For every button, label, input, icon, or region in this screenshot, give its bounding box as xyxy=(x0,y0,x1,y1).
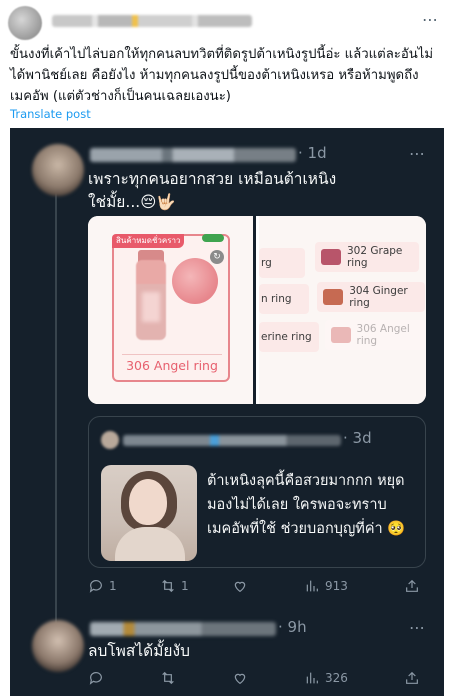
shade-chip: n ring xyxy=(259,284,309,314)
color-swatch xyxy=(172,258,218,304)
views-button[interactable]: 913 xyxy=(304,578,348,594)
out-of-stock-banner: สินค้าหมดชั่วคราว xyxy=(112,234,184,248)
reply-button[interactable] xyxy=(88,670,109,686)
like-button[interactable] xyxy=(232,670,248,686)
views-icon xyxy=(306,580,318,592)
media-grid[interactable]: สินค้าหมดชั่วคราว ↻ 306 Angel ring rg 30… xyxy=(88,216,426,404)
reply-icon xyxy=(89,672,102,685)
shade-label: 304 Ginger ring xyxy=(349,285,408,309)
like-button[interactable] xyxy=(232,578,248,594)
share-icon xyxy=(406,579,418,592)
shade-chip: 304 Ginger ring xyxy=(317,282,425,312)
heart-icon xyxy=(234,581,246,593)
share-icon xyxy=(406,671,418,684)
thread-line xyxy=(55,190,57,660)
repost-button[interactable] xyxy=(160,670,181,686)
share-button[interactable] xyxy=(404,670,420,686)
share-button[interactable] xyxy=(404,578,420,594)
views-button[interactable]: 326 xyxy=(304,670,348,686)
shade-chip: 306 Angel ring xyxy=(325,320,425,350)
reply-avatar[interactable] xyxy=(32,620,84,672)
photo-face xyxy=(129,479,167,525)
embedded-screenshot: · 1d ⋯ เพราะทุกคนอยากสวย เหมือนต้าเหนิง … xyxy=(10,128,444,696)
repost-button[interactable]: 1 xyxy=(160,578,189,594)
view-count: 326 xyxy=(325,671,348,685)
shade-chip: rg xyxy=(259,248,305,278)
shade-swatch xyxy=(321,249,341,265)
outer-post-header: ⋯ xyxy=(8,6,445,40)
action-bar: 326 xyxy=(88,668,428,688)
reply-count: 1 xyxy=(109,579,117,593)
product-card: สินค้าหมดชั่วคราว ↻ 306 Angel ring xyxy=(112,234,230,382)
more-options-icon[interactable]: ⋯ xyxy=(422,10,439,29)
reply-avatar[interactable] xyxy=(32,144,84,196)
views-icon xyxy=(306,672,318,684)
photo-body xyxy=(115,527,185,561)
more-options-icon[interactable]: ⋯ xyxy=(409,618,426,637)
shade-chip: erine ring xyxy=(259,322,319,352)
blurred-username[interactable] xyxy=(52,15,252,27)
shade-label: rg xyxy=(261,257,272,269)
quote-text: ต้าเหนิงลุคนี้คือสวยมากกก หยุดมองไม่ได้เ… xyxy=(207,473,406,537)
refresh-icon: ↻ xyxy=(210,250,224,264)
product-name: 306 Angel ring xyxy=(122,354,222,376)
shade-swatch xyxy=(323,289,344,305)
shade-chip: 302 Grape ring xyxy=(315,242,419,272)
shade-label: erine ring xyxy=(261,331,312,343)
blurred-username[interactable] xyxy=(90,622,276,636)
reply-text: ลบโพสได้มั้ยงับ xyxy=(88,642,190,660)
more-options-icon[interactable]: ⋯ xyxy=(409,144,426,163)
repost-count: 1 xyxy=(181,579,189,593)
repost-icon xyxy=(162,671,174,685)
view-count: 913 xyxy=(325,579,348,593)
translate-post-link[interactable]: Translate post xyxy=(10,107,91,121)
reply-button[interactable]: 1 xyxy=(88,578,117,594)
blurred-label xyxy=(142,292,160,322)
quote-timestamp: · 3d xyxy=(343,429,372,447)
badge xyxy=(202,234,224,242)
action-bar: 1 1 913 xyxy=(88,576,428,596)
reply-timestamp[interactable]: · 9h xyxy=(278,618,307,636)
reply-icon xyxy=(89,580,102,593)
avatar xyxy=(101,431,119,449)
shade-swatch xyxy=(331,327,351,343)
shade-list-image[interactable]: rg 302 Grape ring n ring 304 Ginger ring… xyxy=(259,216,426,404)
quoted-post[interactable]: · 3d ต้าเหนิงลุคนี้คือสวยมากกก หยุดมองไม… xyxy=(88,416,426,568)
product-image[interactable]: สินค้าหมดชั่วคราว ↻ 306 Angel ring xyxy=(88,216,256,404)
shade-label: 302 Grape ring xyxy=(346,245,403,269)
blurred-username xyxy=(123,435,341,446)
shade-label: 306 Angel ring xyxy=(356,323,410,347)
reply-text: เพราะทุกคนอยากสวย เหมือนต้าเหนิง ใช่มั้ย… xyxy=(88,170,337,211)
heart-icon xyxy=(234,673,246,685)
reply-timestamp[interactable]: · 1d xyxy=(298,144,327,162)
quote-photo[interactable] xyxy=(101,465,197,561)
blurred-username[interactable] xyxy=(90,148,296,162)
avatar[interactable] xyxy=(8,6,42,40)
shade-label: n ring xyxy=(261,293,292,305)
post-text: ขั้นงงที่เค้าไปไล่บอกให้ทุกคนลบทวิตที่ติ… xyxy=(10,47,434,104)
repost-icon xyxy=(162,579,174,593)
